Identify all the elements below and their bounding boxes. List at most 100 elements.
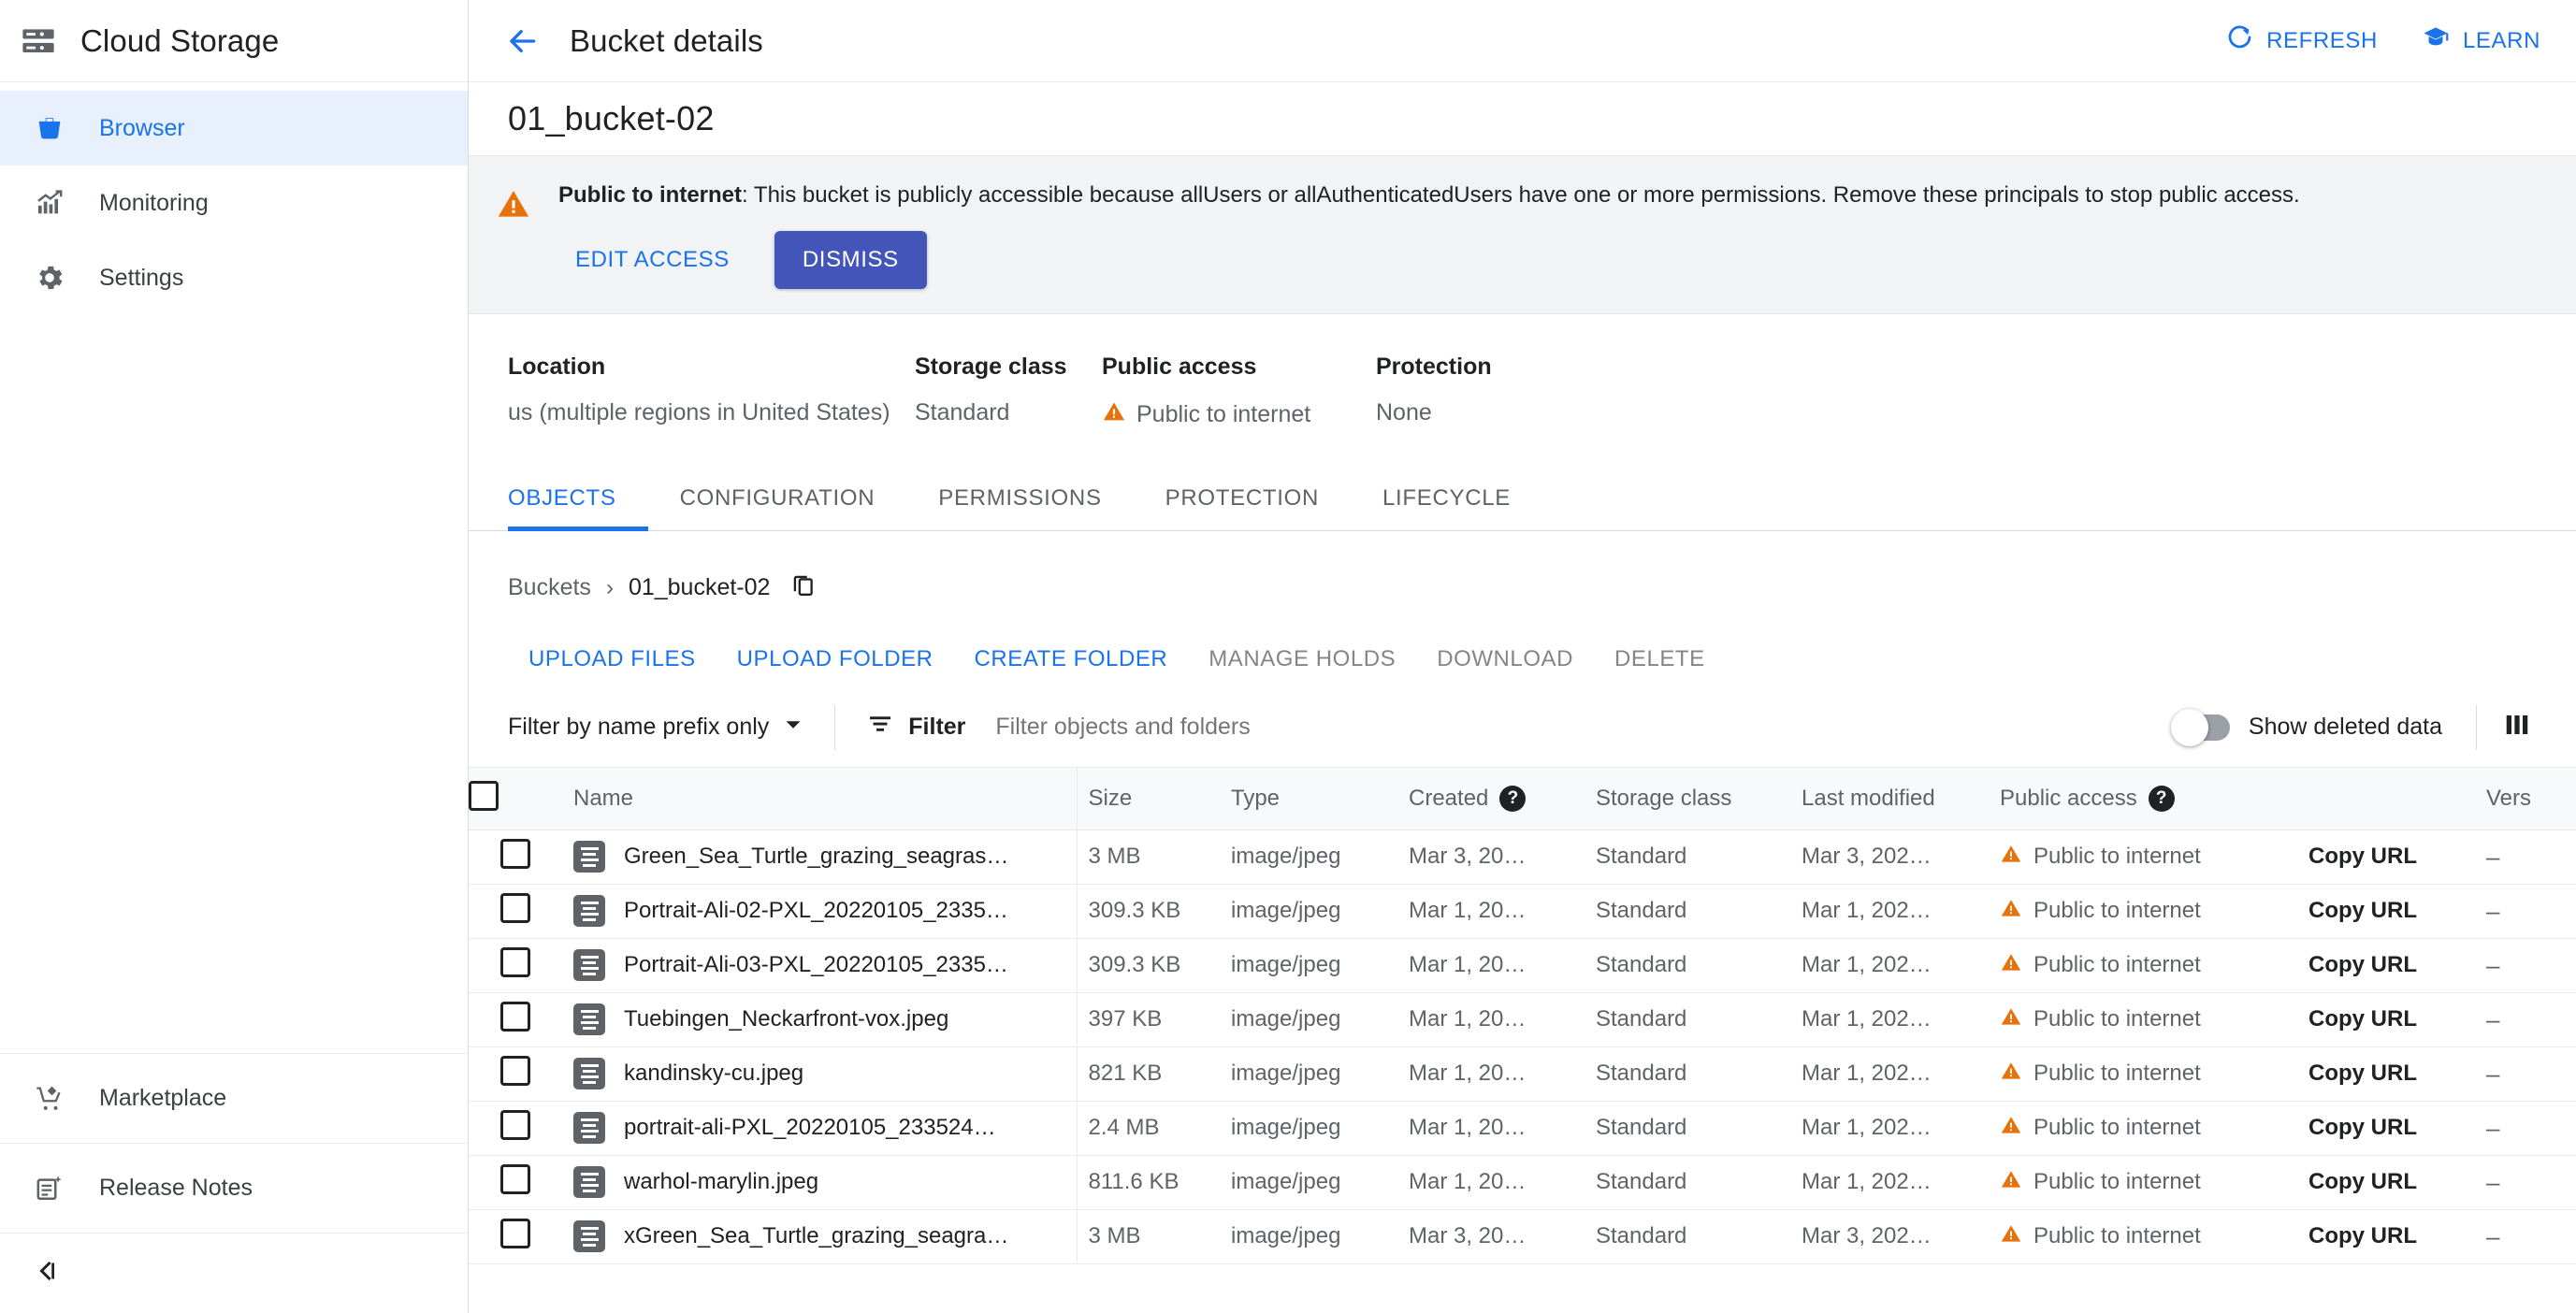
file-icon	[573, 1112, 605, 1145]
column-settings-button[interactable]	[2476, 704, 2550, 750]
table-row[interactable]: Green_Sea_Turtle_grazing_seagras… 3 MB ima…	[469, 830, 2576, 885]
sidebar-item-settings[interactable]: Settings	[0, 240, 468, 315]
public-access-cell: Public to internet	[2000, 951, 2308, 980]
header-created-inner: Created ?	[1409, 786, 1596, 813]
delete-button[interactable]: DELETE	[1594, 631, 1726, 687]
table-row[interactable]: xGreen_Sea_Turtle_grazing_seagra… 3 MB ima…	[469, 1209, 2576, 1264]
row-checkbox[interactable]	[500, 838, 530, 869]
file-name[interactable]: Portrait-Ali-03-PXL_20220105_2335…	[624, 952, 1008, 978]
banner-actions: EDIT ACCESS DISMISS	[558, 231, 2520, 290]
edit-access-button[interactable]: EDIT ACCESS	[558, 232, 746, 288]
table-row[interactable]: kandinsky-cu.jpeg 821 KB image/jpeg Mar 1, …	[469, 1046, 2576, 1102]
cell-versioning: –	[2486, 1155, 2576, 1210]
filter-mode-select[interactable]: Filter by name prefix only	[508, 714, 803, 741]
cell-size: 2.4 MB	[1076, 1101, 1231, 1156]
public-access-value: Public to internet	[2033, 898, 2201, 924]
table-row[interactable]: Portrait-Ali-03-PXL_20220105_2335… 309.3 …	[469, 938, 2576, 993]
file-name[interactable]: xGreen_Sea_Turtle_grazing_seagra…	[624, 1223, 1008, 1249]
manage-holds-button[interactable]: MANAGE HOLDS	[1188, 631, 1416, 687]
sidebar-item-release-notes[interactable]: Release Notes	[0, 1143, 468, 1233]
sidebar-collapse-button[interactable]	[0, 1233, 468, 1313]
file-name[interactable]: kandinsky-cu.jpeg	[624, 1060, 803, 1087]
file-name[interactable]: Green_Sea_Turtle_grazing_seagras…	[624, 844, 1008, 870]
table-row[interactable]: Portrait-Ali-02-PXL_20220105_2335… 309.3 …	[469, 884, 2576, 939]
copy-url-button[interactable]: Copy URL	[2308, 952, 2417, 977]
tab-configuration[interactable]: CONFIGURATION	[648, 485, 907, 530]
cell-copy-url: Copy URL	[2308, 1209, 2486, 1264]
tab-protection[interactable]: PROTECTION	[1134, 485, 1351, 530]
file-icon	[573, 1220, 605, 1253]
row-checkbox[interactable]	[500, 1218, 530, 1248]
header-type-label: Type	[1231, 786, 1281, 812]
header-last-modified[interactable]: Last modified	[1802, 768, 2000, 830]
header-created[interactable]: Created ?	[1409, 768, 1596, 830]
filter-input[interactable]	[995, 714, 2174, 742]
breadcrumb-buckets[interactable]: Buckets	[508, 574, 591, 601]
public-access-value: Public to internet	[2033, 844, 2201, 870]
table-row[interactable]: warhol-marylin.jpeg 811.6 KB image/jpeg Mar…	[469, 1155, 2576, 1210]
header-versioning[interactable]: Vers	[2486, 768, 2576, 830]
sidebar-item-marketplace[interactable]: Marketplace	[0, 1053, 468, 1143]
learn-button[interactable]: LEARN	[2421, 22, 2540, 59]
sidebar-item-browser[interactable]: Browser	[0, 91, 468, 166]
tab-permissions[interactable]: PERMISSIONS	[906, 485, 1133, 530]
tab-objects[interactable]: OBJECTS	[508, 485, 648, 532]
create-folder-button[interactable]: CREATE FOLDER	[954, 631, 1189, 687]
file-name[interactable]: Portrait-Ali-02-PXL_20220105_2335…	[624, 898, 1008, 924]
filter-bar-right: Show deleted data	[2170, 704, 2576, 750]
sidebar-bottom-nav: Marketplace Release Notes	[0, 1053, 468, 1313]
public-access-cell: Public to internet	[2000, 1005, 2308, 1034]
table-row[interactable]: Tuebingen_Neckarfront-vox.jpeg 397 KB imag…	[469, 992, 2576, 1047]
chart-icon	[32, 185, 67, 221]
download-button[interactable]: DOWNLOAD	[1416, 631, 1594, 687]
copy-url-button[interactable]: Copy URL	[2308, 1060, 2417, 1086]
cell-versioning: –	[2486, 1101, 2576, 1156]
help-icon[interactable]: ?	[1499, 786, 1527, 813]
copy-url-button[interactable]: Copy URL	[2308, 1115, 2417, 1140]
cart-icon	[32, 1081, 67, 1117]
name-cell-inner: kandinsky-cu.jpeg	[562, 1058, 1077, 1090]
tab-lifecycle[interactable]: LIFECYCLE	[1351, 485, 1542, 530]
select-all-checkbox[interactable]	[469, 780, 499, 811]
show-deleted-toggle[interactable]	[2170, 708, 2230, 746]
public-access-value: Public to internet	[2033, 1115, 2201, 1141]
copy-url-button[interactable]: Copy URL	[2308, 1223, 2417, 1248]
storage-class-value: Standard	[1596, 898, 1687, 924]
filter-button[interactable]: Filter	[867, 711, 965, 743]
file-name[interactable]: portrait-ali-PXL_20220105_233524…	[624, 1115, 996, 1141]
copy-url-button[interactable]: Copy URL	[2308, 1006, 2417, 1032]
row-checkbox[interactable]	[500, 1109, 530, 1140]
upload-folder-button[interactable]: UPLOAD FOLDER	[716, 631, 954, 687]
copy-url-button[interactable]: Copy URL	[2308, 844, 2417, 869]
bucket-tabs: OBJECTS CONFIGURATION PERMISSIONS PROTEC…	[469, 464, 2576, 532]
table-row[interactable]: portrait-ali-PXL_20220105_233524… 2.4 MB i…	[469, 1101, 2576, 1156]
header-storage-class[interactable]: Storage class	[1596, 768, 1802, 830]
row-checkbox[interactable]	[500, 946, 530, 977]
file-name[interactable]: Tuebingen_Neckarfront-vox.jpeg	[624, 1006, 948, 1032]
row-checkbox[interactable]	[500, 1055, 530, 1086]
dismiss-button[interactable]: DISMISS	[774, 231, 927, 290]
header-type[interactable]: Type	[1231, 768, 1409, 830]
header-public-access[interactable]: Public access ?	[2000, 768, 2308, 830]
header-name-label: Name	[573, 786, 634, 812]
copy-icon[interactable]	[790, 572, 817, 603]
row-checkbox[interactable]	[500, 1163, 530, 1194]
row-checkbox[interactable]	[500, 892, 530, 923]
file-name[interactable]: warhol-marylin.jpeg	[624, 1169, 818, 1195]
versioning-value: –	[2486, 950, 2500, 979]
upload-files-button[interactable]: UPLOAD FILES	[508, 631, 716, 687]
cell-type: image/jpeg	[1231, 1046, 1409, 1102]
last-modified-value: Mar 1, 202…	[1802, 952, 1932, 978]
copy-url-button[interactable]: Copy URL	[2308, 1169, 2417, 1194]
help-icon[interactable]: ?	[2148, 786, 2175, 813]
copy-url-button[interactable]: Copy URL	[2308, 898, 2417, 923]
back-arrow-icon[interactable]	[495, 14, 549, 68]
size-value: 3 MB	[1088, 844, 1141, 870]
header-name[interactable]: Name	[562, 768, 1077, 830]
header-size[interactable]: Size	[1076, 768, 1231, 830]
warning-triangle-icon	[469, 180, 558, 222]
refresh-button[interactable]: REFRESH	[2226, 23, 2378, 58]
size-value: 811.6 KB	[1088, 1169, 1179, 1195]
sidebar-item-monitoring[interactable]: Monitoring	[0, 166, 468, 240]
row-checkbox[interactable]	[500, 1001, 530, 1032]
